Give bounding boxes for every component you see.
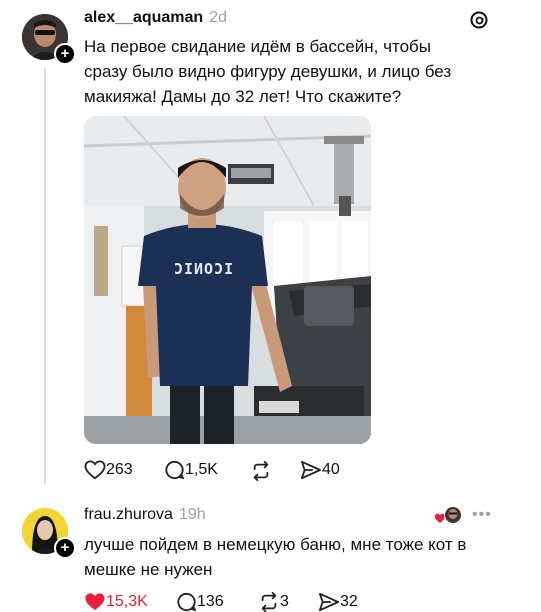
author-username[interactable]: alex__aquaman (84, 9, 203, 26)
post-text-line: макияжа! Дамы до 32 лет! Что скажите? (84, 87, 402, 106)
reply-header: frau.zhurova 19h (84, 506, 206, 524)
thread-line (44, 68, 46, 484)
reply-comment-count: 136 (197, 593, 224, 610)
heart-icon (85, 593, 105, 611)
liked-by-author-indicator (434, 506, 464, 526)
share-icon (318, 592, 339, 612)
photo-shirt-text: ICONIC (172, 260, 234, 278)
repost-button[interactable] (250, 461, 272, 481)
reply-repost-button[interactable]: 3 (258, 592, 289, 612)
follow-plus-button[interactable]: + (54, 43, 76, 65)
reply-repost-count: 3 (280, 593, 289, 610)
reply-text-line: лучше пойдем в немецкую баню, мне тоже к… (84, 535, 467, 554)
author-mini-avatar (444, 506, 462, 524)
threads-logo-icon[interactable] (469, 10, 489, 35)
repost-icon (261, 592, 277, 612)
post-photo[interactable]: ICONIC (84, 116, 371, 444)
reply-follow-plus-button[interactable]: + (54, 537, 76, 559)
reply-text: лучше пойдем в немецкую баню, мне тоже к… (84, 532, 514, 582)
reply-username[interactable]: frau.zhurova (84, 506, 173, 523)
reply-share-count: 32 (340, 593, 358, 610)
more-icon[interactable]: ••• (472, 507, 492, 523)
post-text-line: сразу было видно фигуру девушки, и лицо … (84, 62, 452, 81)
reply-comment-button[interactable]: 136 (176, 592, 224, 612)
comment-icon (177, 592, 197, 612)
post-text: На первое свидание идём в бассейн, чтобы… (84, 34, 504, 109)
like-count: 263 (106, 461, 133, 478)
comment-count: 1,5K (185, 461, 218, 478)
share-icon (300, 460, 321, 480)
post-time: 2d (209, 9, 227, 26)
reply-like-count: 15,3K (106, 593, 148, 610)
share-count: 40 (322, 461, 340, 478)
share-button[interactable]: 40 (300, 460, 340, 480)
reply-time: 19h (178, 506, 206, 523)
ship-bridge-photo (84, 116, 371, 444)
repost-icon (253, 461, 269, 481)
reply-share-button[interactable]: 32 (318, 592, 358, 612)
reply-like-button[interactable]: 15,3K (84, 592, 148, 612)
heart-icon (84, 460, 106, 480)
reply-text-line: мешке не нужен (84, 560, 213, 579)
like-button[interactable]: 263 (84, 460, 133, 480)
post-header: alex__aquaman 2d (84, 9, 227, 27)
comment-icon (165, 460, 185, 480)
comment-button[interactable]: 1,5K (164, 460, 218, 480)
post-text-line: На первое свидание идём в бассейн, чтобы (84, 37, 431, 56)
